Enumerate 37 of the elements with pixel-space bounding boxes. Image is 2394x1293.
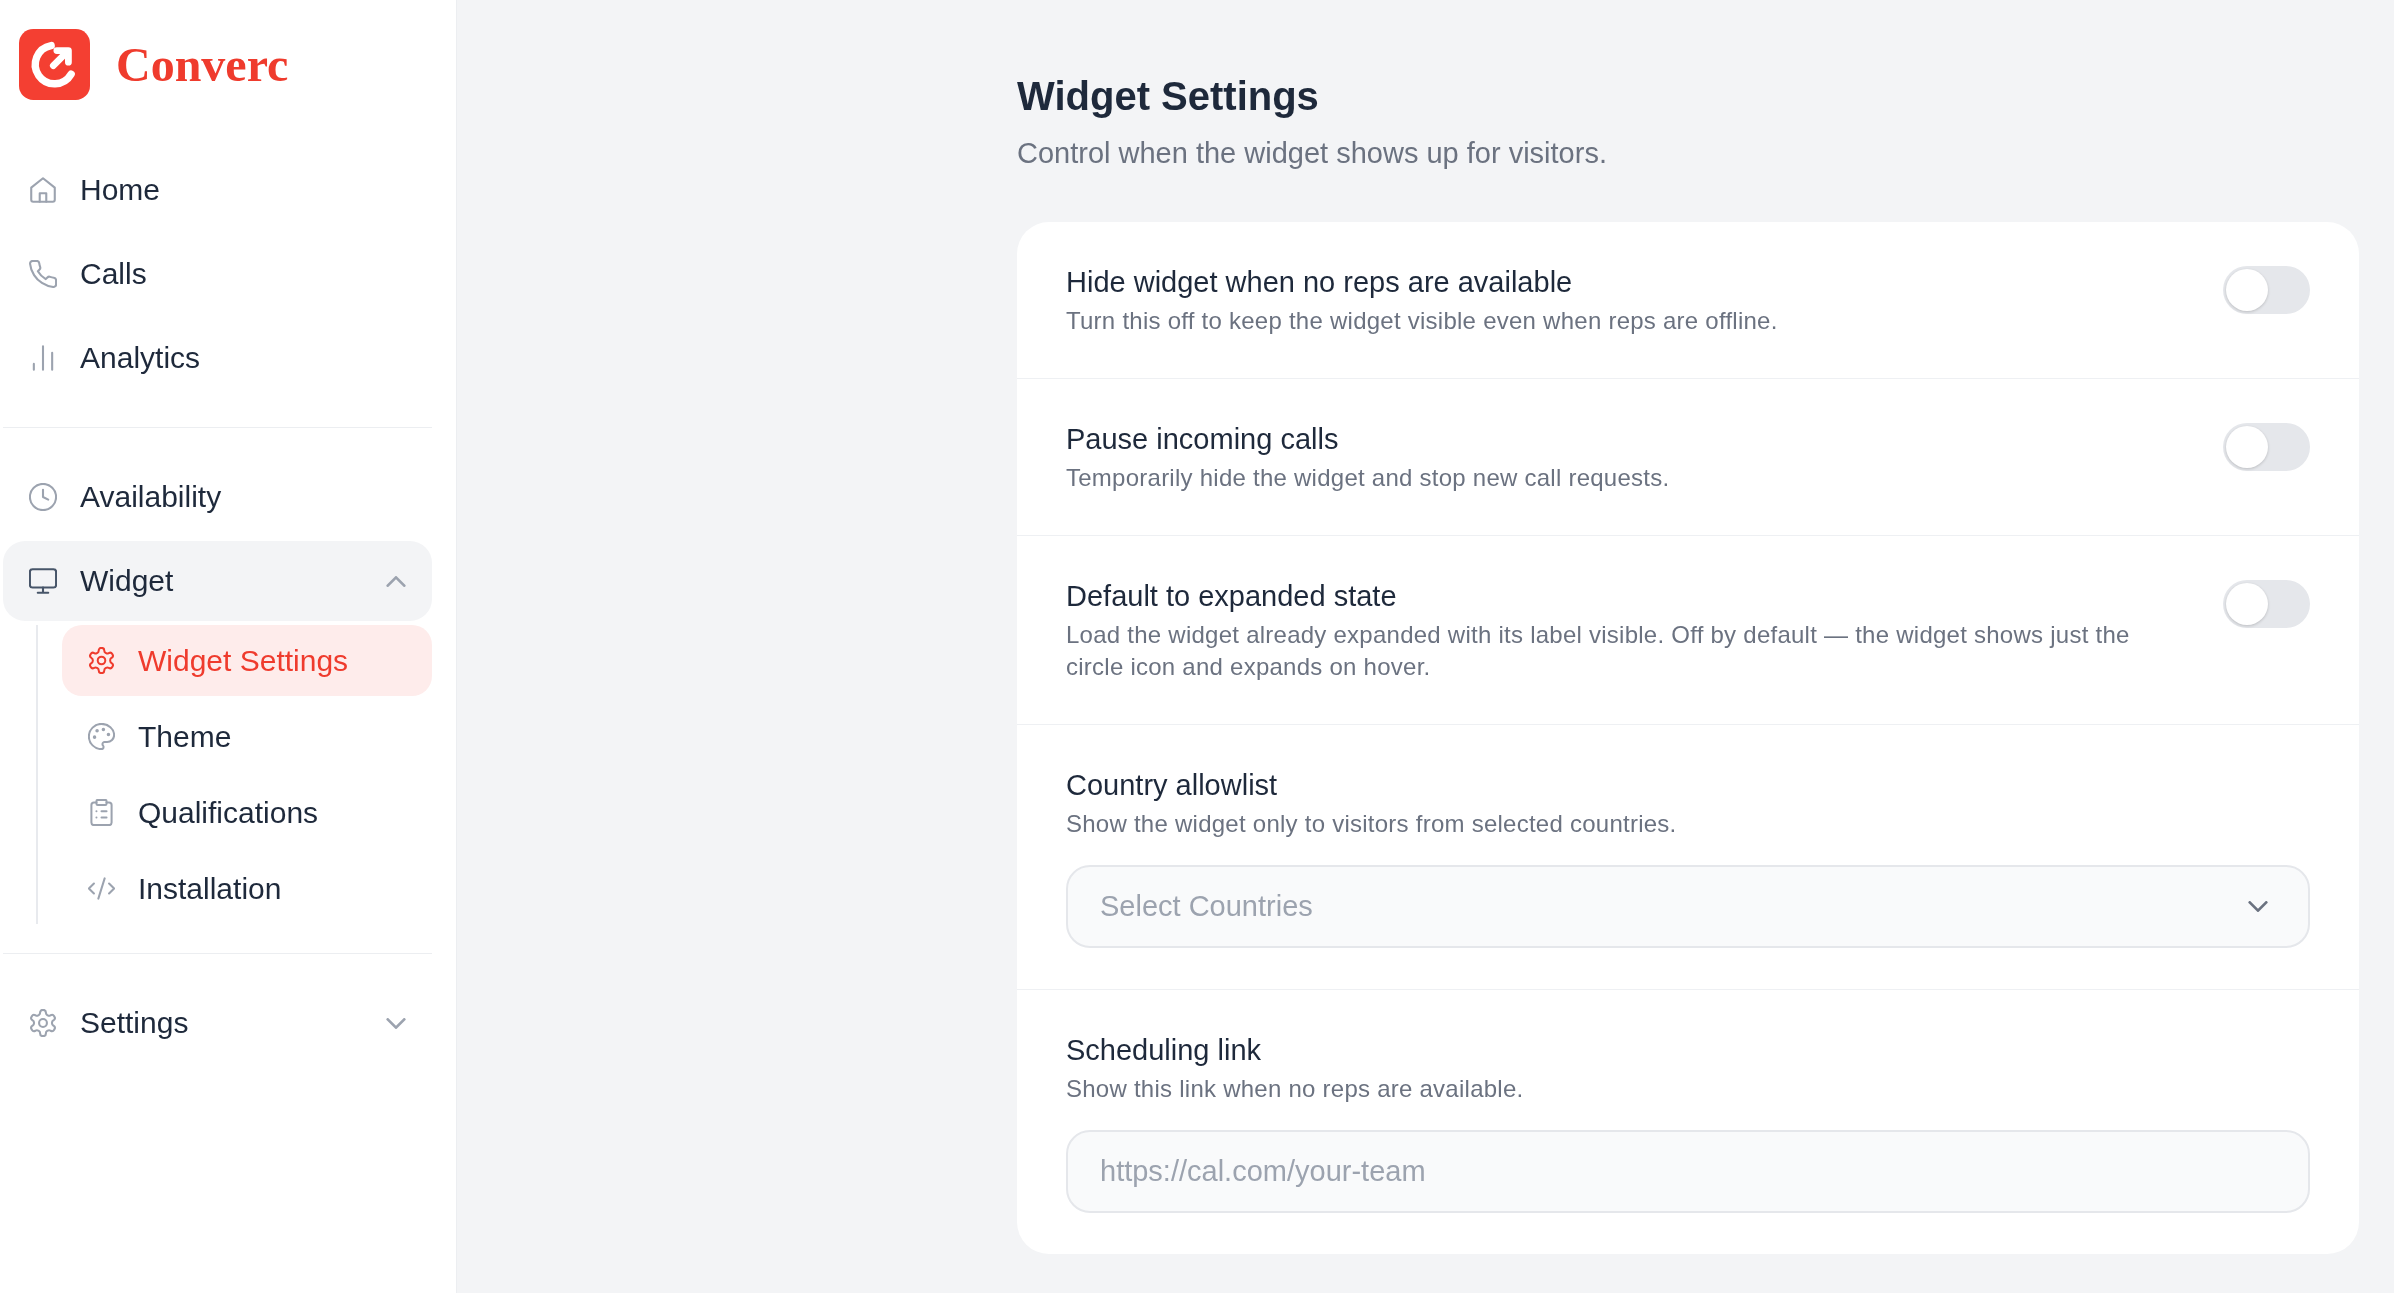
monitor-icon	[29, 567, 57, 595]
toggle-switch[interactable]	[2223, 423, 2310, 471]
sub-nav-item[interactable]: Theme	[62, 701, 432, 772]
nav-item[interactable]: Analytics	[3, 318, 432, 398]
setting-title: Hide widget when no reps are available	[1066, 265, 1574, 300]
chevron-down-icon	[2248, 901, 2268, 912]
nav-item[interactable]: Availability	[3, 457, 432, 537]
setting-title: Scheduling link	[1066, 1033, 1263, 1068]
sub-nav-item[interactable]: Installation	[62, 853, 432, 924]
home-icon	[29, 176, 57, 204]
logo-icon	[19, 29, 90, 100]
setting-title: Default to expanded state	[1066, 579, 1398, 614]
nav-item[interactable]: Calls	[3, 234, 432, 314]
clock-icon	[29, 483, 57, 511]
setting-description: Load the widget already expanded with its label visible. Off by default — the widget shows just the circle icon and expands on hover.	[1066, 620, 2131, 682]
nav-item[interactable]: Home	[3, 150, 432, 230]
brand-name: Converc	[116, 40, 289, 89]
setting-description: Temporarily hide the widget and stop new call requests.	[1066, 463, 1671, 493]
sub-nav-item[interactable]: Qualifications	[62, 777, 432, 848]
gear-icon	[88, 647, 115, 674]
nav-item[interactable]: Widget	[3, 541, 432, 621]
setting-title: Pause incoming calls	[1066, 422, 1340, 457]
setting-description: Turn this off to keep the widget visible even when reps are offline.	[1066, 306, 1779, 336]
phone-icon	[29, 260, 57, 288]
gear-icon	[29, 1009, 57, 1037]
page-title: Widget Settings	[1017, 73, 1320, 120]
toggle-switch[interactable]	[2223, 266, 2310, 314]
page-subtitle: Control when the widget shows up for visitors.	[1017, 136, 1608, 171]
setting-description: Show this link when no reps are available.	[1066, 1074, 1525, 1104]
setting-title: Country allowlist	[1066, 768, 1279, 803]
toggle-switch[interactable]	[2223, 580, 2310, 628]
clipboard-icon	[88, 799, 115, 826]
palette-icon	[88, 723, 115, 750]
setting-description: Show the widget only to visitors from selected countries.	[1066, 809, 1678, 839]
url-input[interactable]: https://cal.com/your-team	[1066, 1130, 2310, 1213]
code-icon	[88, 875, 115, 902]
nav-item[interactable]: Settings	[3, 983, 432, 1063]
